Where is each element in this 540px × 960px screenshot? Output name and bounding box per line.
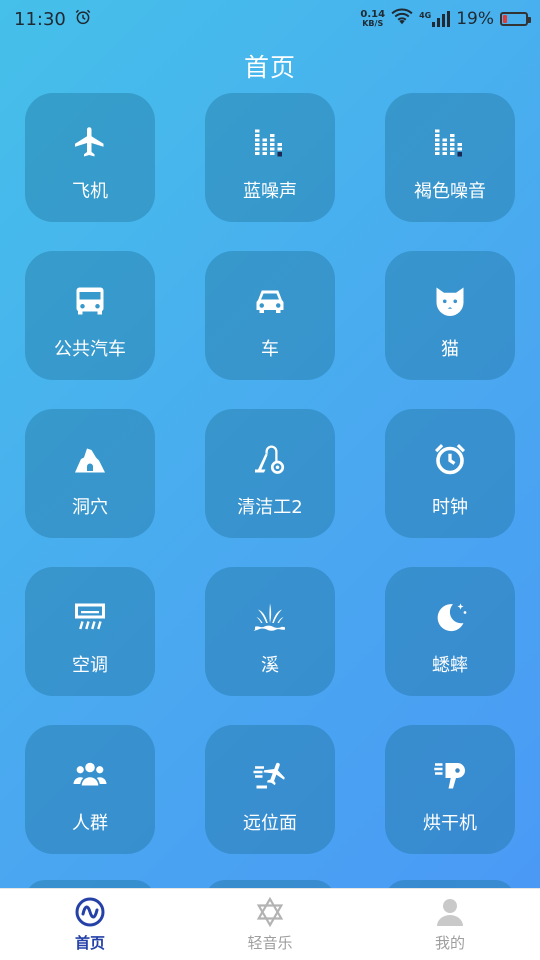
sound-tile[interactable]: 清洁工2: [205, 409, 335, 538]
battery-icon: [500, 12, 531, 26]
status-time: 11:30: [14, 8, 66, 30]
battery-fill: [503, 15, 508, 23]
battery-percent: 19%: [456, 9, 494, 29]
sound-tile[interactable]: 时钟: [385, 409, 515, 538]
sound-tile[interactable]: 人群: [25, 725, 155, 854]
nav-item[interactable]: 轻音乐: [210, 896, 330, 953]
sound-tile-label: 飞机: [72, 181, 108, 202]
sound-tile-label: 溪: [261, 655, 279, 676]
sound-tile[interactable]: 蓝噪声: [205, 93, 335, 222]
sound-tile-label: 猫: [441, 339, 459, 360]
car-icon: [250, 281, 290, 321]
net-speed-unit: KB/S: [362, 19, 384, 28]
airplane-icon: [70, 123, 110, 163]
bus-icon: [70, 281, 110, 321]
sound-tile[interactable]: 飞机: [25, 93, 155, 222]
grass-stream-icon: [250, 597, 290, 637]
alarm-icon: [74, 8, 92, 30]
sound-tile-label: 清洁工2: [237, 497, 303, 518]
sound-tile-label: 蟋蟀: [432, 655, 468, 676]
sound-tile-label: 蓝噪声: [243, 181, 297, 202]
sound-tile[interactable]: 车: [205, 251, 335, 380]
equalizer-icon: [250, 123, 290, 163]
user-icon: [434, 896, 466, 928]
alarm-clock-icon: [430, 439, 470, 479]
nav-item-label: 轻音乐: [247, 934, 293, 952]
vacuum-icon: [250, 439, 290, 479]
cat-icon: [430, 281, 470, 321]
net-speed-value: 0.14: [360, 9, 386, 20]
hair-dryer-icon: [430, 755, 470, 795]
network-type: 4G: [419, 11, 432, 20]
sound-tile[interactable]: 洞穴: [25, 409, 155, 538]
wifi-icon: [391, 8, 413, 30]
sound-tile-label: 公共汽车: [54, 339, 126, 360]
sound-tile-label: 褐色噪音: [414, 181, 486, 202]
nav-item[interactable]: 我的: [390, 896, 510, 953]
fan-plane-icon: [250, 755, 290, 795]
nav-item-label: 首页: [74, 934, 105, 952]
home-wave-icon: [74, 896, 106, 928]
bottom-nav: 首页 轻音乐 我的: [0, 888, 540, 960]
sound-tile-label: 远位面: [243, 813, 297, 834]
signal-icon: 4G: [419, 11, 451, 27]
sound-tile-label: 空调: [72, 655, 108, 676]
sound-tile-label: 人群: [72, 813, 108, 834]
page-title: 首页: [243, 53, 296, 82]
sound-tile[interactable]: 溪: [205, 567, 335, 696]
cave-icon: [70, 439, 110, 479]
net-speed: 0.14 KB/S: [360, 9, 386, 29]
moon-icon: [430, 597, 470, 637]
sound-tile[interactable]: 空调: [25, 567, 155, 696]
equalizer-icon: [430, 123, 470, 163]
sound-tile-label: 烘干机: [423, 813, 477, 834]
sound-tile[interactable]: 猫: [385, 251, 515, 380]
nav-item-label: 我的: [434, 934, 465, 952]
sound-tile-label: 车: [261, 339, 279, 360]
air-conditioner-icon: [70, 597, 110, 637]
crowd-icon: [70, 755, 110, 795]
nav-item[interactable]: 首页: [30, 896, 150, 953]
sound-tile[interactable]: 烘干机: [385, 725, 515, 854]
sound-tile[interactable]: 蟋蟀: [385, 567, 515, 696]
sound-tile-label: 时钟: [432, 497, 468, 518]
status-bar: 11:30 0.14 KB/S 4G 19%: [0, 0, 540, 38]
sound-tile[interactable]: 褐色噪音: [385, 93, 515, 222]
sound-tile[interactable]: 公共汽车: [25, 251, 155, 380]
sound-grid: 飞机 蓝噪声 褐色噪音公共汽车 车 猫洞穴 清洁工2 时钟空调 溪 蟋蟀人群 远位面 烘干机: [25, 93, 515, 854]
sound-tile-label: 洞穴: [72, 497, 108, 518]
sound-tile[interactable]: 远位面: [205, 725, 335, 854]
star-of-david-icon: [254, 896, 286, 928]
